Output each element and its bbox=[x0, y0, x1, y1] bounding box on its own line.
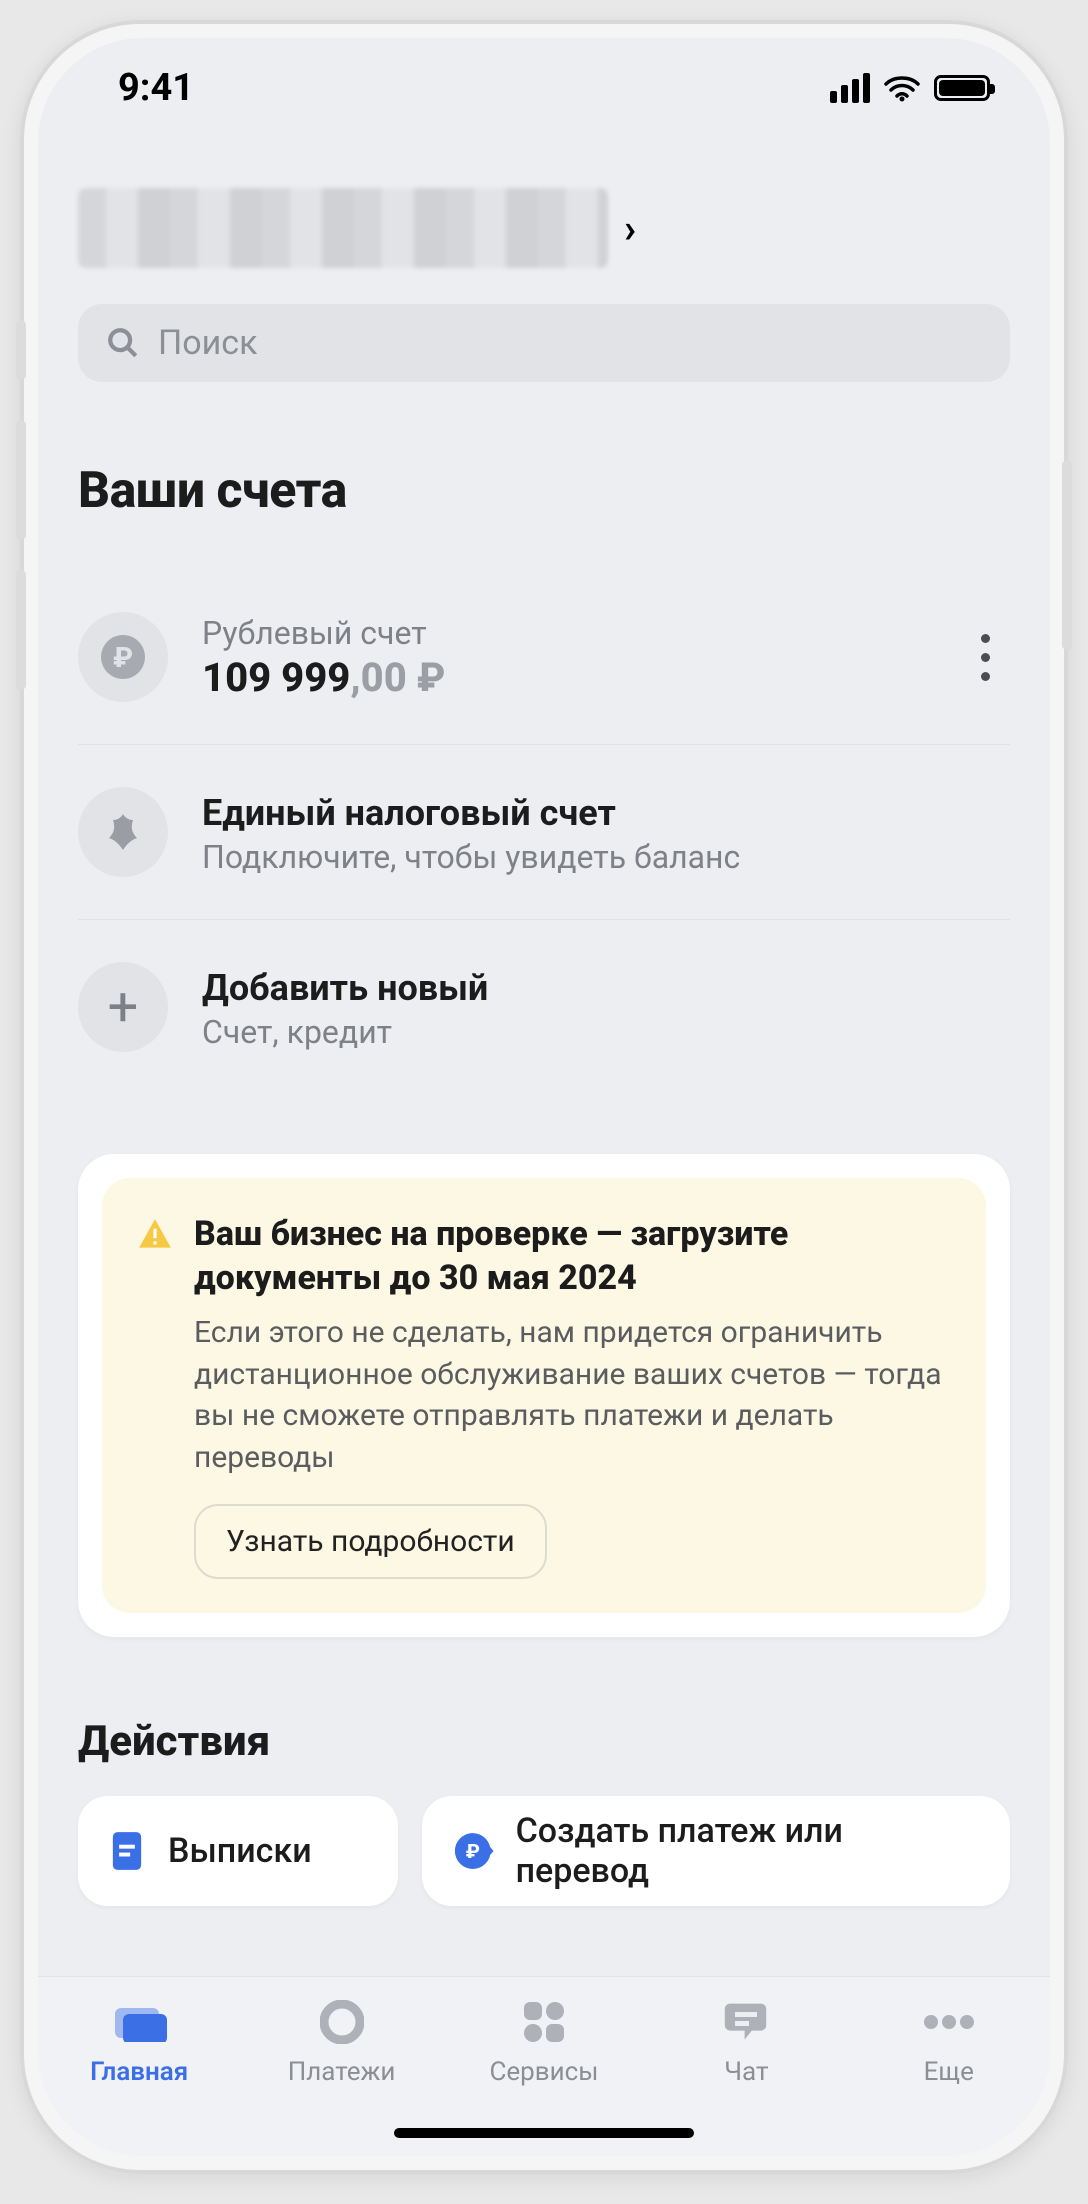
nav-label: Еще bbox=[924, 2057, 974, 2087]
alert-card: Ваш бизнес на проверке — загрузите докум… bbox=[78, 1154, 1010, 1637]
account-title: Единый налоговый счет bbox=[202, 792, 1010, 834]
search-input[interactable]: Поиск bbox=[78, 304, 1010, 382]
home-icon bbox=[111, 1997, 167, 2047]
nav-label: Чат bbox=[724, 2057, 768, 2087]
payments-icon bbox=[320, 1997, 364, 2047]
chat-icon bbox=[723, 1997, 769, 2047]
action-create-payment[interactable]: ₽ Создать платеж или перевод bbox=[422, 1796, 1010, 1906]
status-time: 9:41 bbox=[118, 66, 194, 110]
status-bar: 9:41 bbox=[38, 38, 1050, 138]
side-button bbox=[16, 570, 26, 690]
nav-more[interactable]: Еще bbox=[859, 1997, 1039, 2087]
search-placeholder: Поиск bbox=[158, 323, 257, 363]
action-statements[interactable]: Выписки bbox=[78, 1796, 398, 1906]
ruble-icon: ₽ bbox=[78, 612, 168, 702]
action-label: Выписки bbox=[168, 1831, 312, 1871]
nav-label: Главная bbox=[90, 2057, 188, 2087]
home-indicator[interactable] bbox=[394, 2128, 694, 2138]
alert-body: Если этого не сделать, нам придется огра… bbox=[136, 1312, 952, 1478]
services-icon bbox=[522, 1997, 566, 2047]
nav-payments[interactable]: Платежи bbox=[252, 1997, 432, 2087]
accounts-list: ₽ Рублевый счет 109 999,00 ₽ bbox=[78, 570, 1010, 1094]
profile-header[interactable]: › bbox=[78, 188, 1010, 268]
account-subtitle: Подключите, чтобы увидеть баланс bbox=[202, 838, 1010, 876]
account-ruble[interactable]: ₽ Рублевый счет 109 999,00 ₽ bbox=[78, 570, 1010, 745]
plus-icon: + bbox=[78, 962, 168, 1052]
side-button bbox=[16, 320, 26, 380]
alert-details-button[interactable]: Узнать подробности bbox=[194, 1504, 547, 1579]
cellular-icon bbox=[830, 73, 870, 103]
alert-title: Ваш бизнес на проверке — загрузите докум… bbox=[194, 1212, 952, 1300]
side-button bbox=[16, 420, 26, 540]
profile-name-redacted bbox=[78, 188, 608, 268]
warning-icon bbox=[136, 1216, 174, 1300]
nav-home[interactable]: Главная bbox=[49, 1997, 229, 2087]
account-label: Рублевый счет bbox=[202, 614, 960, 652]
action-label: Создать платеж или перевод bbox=[516, 1811, 980, 1891]
add-account[interactable]: + Добавить новый Счет, кредит bbox=[78, 920, 1010, 1094]
document-icon bbox=[108, 1829, 146, 1873]
more-icon bbox=[922, 1997, 976, 2047]
account-tax[interactable]: Единый налоговый счет Подключите, чтобы … bbox=[78, 745, 1010, 920]
status-icons bbox=[830, 73, 990, 103]
more-options-icon[interactable] bbox=[960, 634, 1010, 681]
battery-icon bbox=[934, 75, 990, 101]
eagle-icon bbox=[78, 787, 168, 877]
side-button bbox=[1062, 460, 1072, 650]
wifi-icon bbox=[884, 74, 920, 102]
phone-frame: 9:41 › Поиск Ваши счета bbox=[20, 20, 1068, 2174]
nav-label: Сервисы bbox=[489, 2057, 598, 2087]
svg-text:₽: ₽ bbox=[466, 1840, 480, 1863]
screen: 9:41 › Поиск Ваши счета bbox=[38, 38, 1050, 2156]
account-balance: 109 999,00 ₽ bbox=[202, 654, 960, 701]
add-account-title: Добавить новый bbox=[202, 967, 1010, 1009]
search-icon bbox=[106, 326, 140, 360]
chevron-right-icon: › bbox=[624, 205, 636, 252]
nav-label: Платежи bbox=[288, 2057, 396, 2087]
accounts-heading: Ваши счета bbox=[78, 462, 1010, 520]
ruble-tag-icon: ₽ bbox=[452, 1830, 494, 1872]
nav-chat[interactable]: Чат bbox=[656, 1997, 836, 2087]
actions-heading: Действия bbox=[78, 1717, 1010, 1766]
add-account-subtitle: Счет, кредит bbox=[202, 1013, 1010, 1051]
nav-services[interactable]: Сервисы bbox=[454, 1997, 634, 2087]
